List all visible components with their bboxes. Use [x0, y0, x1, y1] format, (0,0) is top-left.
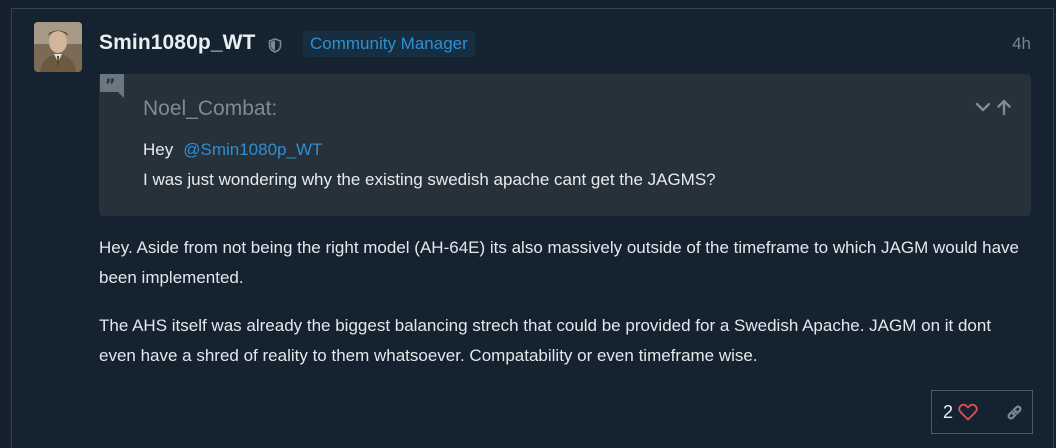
post-actions: 2: [931, 390, 1033, 434]
quote-greeting-line: Hey @Smin1080p_WT: [143, 140, 326, 160]
user-mention-link[interactable]: @Smin1080p_WT: [179, 138, 326, 161]
username[interactable]: Smin1080p_WT: [99, 31, 255, 55]
user-title-badge: Community Manager: [303, 31, 475, 57]
arrow-up-icon[interactable]: [995, 97, 1013, 117]
svg-text:”: ”: [105, 75, 116, 94]
quote-greeting: Hey: [143, 140, 174, 159]
quote-block: ” Noel_Combat: Hey @Smin1080p_WT I was ju…: [99, 74, 1031, 216]
heart-icon[interactable]: [958, 403, 978, 421]
like-count[interactable]: 2: [943, 402, 953, 423]
chevron-down-icon[interactable]: [974, 97, 992, 117]
avatar[interactable]: [34, 22, 82, 72]
link-icon[interactable]: [1005, 403, 1024, 422]
shield-icon: [268, 38, 282, 53]
forum-post: Smin1080p_WT Community Manager 4h ” Noel…: [11, 8, 1054, 448]
quote-author[interactable]: Noel_Combat:: [143, 97, 277, 121]
quote-icon: ”: [100, 74, 124, 98]
quote-text: I was just wondering why the existing sw…: [143, 170, 716, 189]
quote-controls: [974, 97, 1013, 117]
post-timestamp[interactable]: 4h: [1012, 34, 1031, 54]
post-paragraph: The AHS itself was already the biggest b…: [99, 316, 992, 365]
post-paragraph: Hey. Aside from not being the right mode…: [99, 238, 1019, 287]
